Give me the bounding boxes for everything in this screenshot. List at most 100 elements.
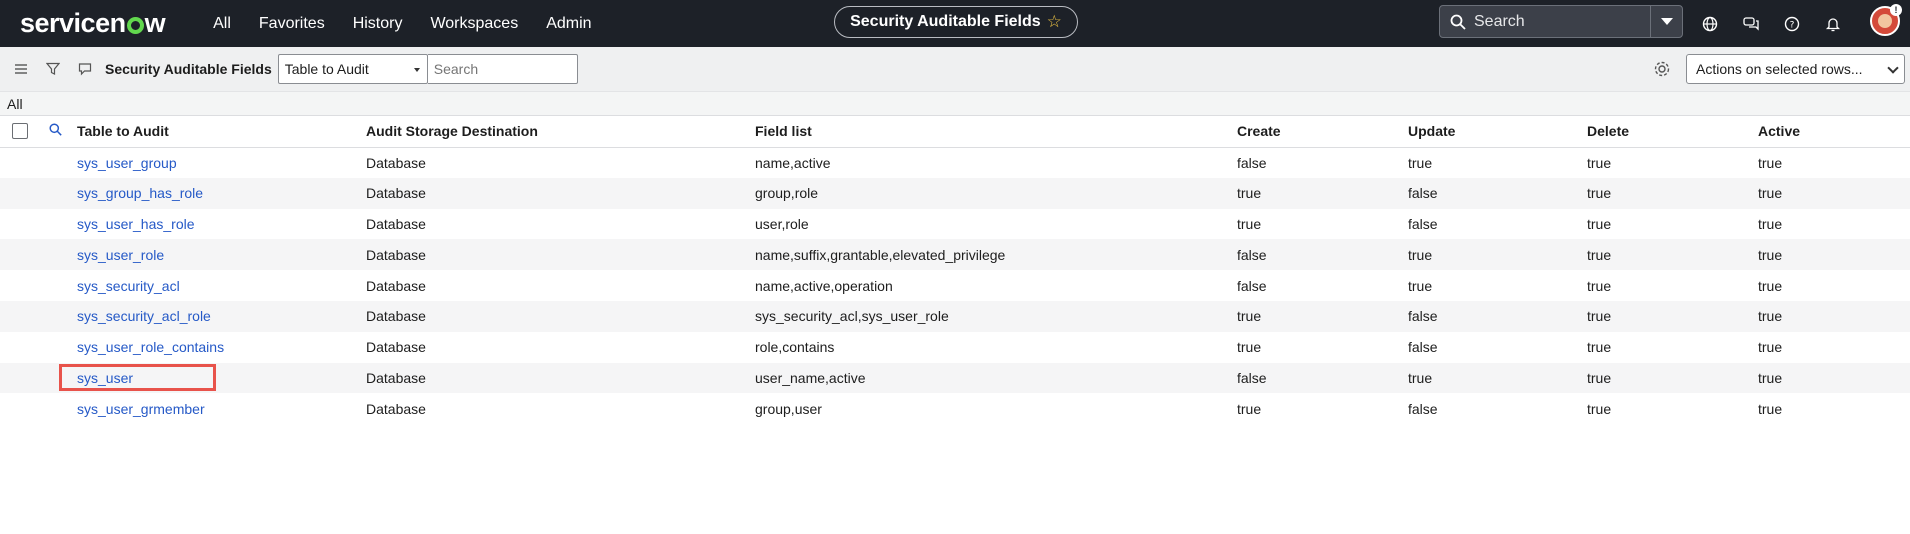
caret-down-icon [413,68,420,72]
brand-text: servicen [20,8,126,38]
select-all-cell [0,116,49,148]
table-cell: false [1237,277,1267,294]
table-cell: true [1587,277,1612,294]
table-cell: Database [366,154,426,171]
column-search-cell [49,116,77,148]
search-scope-dropdown[interactable] [1650,6,1682,37]
list-search-input[interactable] [427,54,578,84]
table-cell: sys_user_grmember [77,393,366,424]
table-cell: user,role [755,215,809,232]
row-spacer-cell [49,393,77,424]
search-icon[interactable] [49,123,62,136]
table-cell: false [1237,154,1267,171]
nav-item-admin[interactable]: Admin [532,15,605,33]
table-cell: true [1758,239,1910,271]
table-cell: name,active [755,154,831,171]
context-title: Security Auditable Fields [850,13,1041,30]
table-row: sys_security_acl Database name,active,oper… [0,270,1910,301]
chat-icon[interactable] [1741,14,1761,34]
search-field-select[interactable]: Table to Audit [277,54,428,84]
nav-item-favorites[interactable]: Favorites [245,15,339,33]
column-header-update[interactable]: Update [1408,116,1587,148]
table-cell: role,contains [755,339,835,356]
table-cell: true [1758,300,1910,332]
servicenow-logo[interactable]: servicen w [20,8,166,39]
table-cell: sys_group_has_role [77,177,366,209]
select-all-checkbox[interactable] [12,123,28,140]
context-title-pill[interactable]: Security Auditable Fields ☆ [834,6,1078,38]
star-icon[interactable]: ☆ [1047,12,1062,32]
row-spacer-cell [49,239,77,271]
table-name-link[interactable]: sys_user_has_role [77,216,195,232]
nav-item-all[interactable]: All [199,15,245,33]
breadcrumb-all[interactable]: All [7,96,23,112]
table-cell: true [1587,154,1612,171]
table-cell: true [1408,154,1433,171]
table-name-link[interactable]: sys_user_grmember [77,401,205,417]
table-body: sys_user_group Database name,active false tr… [0,147,1910,424]
global-search-input[interactable]: Search [1474,13,1650,31]
comment-icon[interactable] [74,58,96,80]
table-cell: Database [366,362,755,394]
gear-icon[interactable] [1651,58,1673,80]
table-cell: false [1237,239,1408,271]
table-cell: true [1587,177,1758,209]
globe-icon[interactable] [1700,14,1720,34]
row-select-cell [0,393,49,424]
row-spacer-cell [49,209,77,240]
table-cell: Database [366,239,755,271]
global-search[interactable]: Search [1439,5,1683,38]
table-name-link[interactable]: sys_user_group [77,155,177,171]
table-cell: true [1758,339,1783,356]
table-cell: true [1237,215,1262,232]
row-select-cell [0,332,49,363]
table-cell: sys_user_role [77,239,366,271]
table-cell: Database [366,277,426,294]
table-row: sys_user_grmember Database group,user true f… [0,393,1910,424]
row-spacer-cell [49,300,77,332]
table-cell: true [1587,362,1758,394]
brand-text-end: w [144,8,166,38]
column-header-field-list[interactable]: Field list [755,116,1237,148]
table-cell: false [1237,362,1408,394]
row-spacer-cell [49,270,77,301]
user-avatar[interactable]: ! [1870,4,1902,36]
bell-icon[interactable] [1823,14,1843,34]
table-cell: name,suffix,grantable,elevated_privilege [755,239,1237,271]
table-cell: sys_security_acl,sys_user_role [755,300,1237,332]
table-cell: false [1408,300,1587,332]
hamburger-icon[interactable] [10,58,32,80]
table-cell: sys_security_acl_role [77,300,366,332]
help-icon[interactable]: ? [1782,14,1802,34]
table-name-link[interactable]: sys_security_acl_role [77,308,211,324]
table-cell: true [1237,177,1408,209]
table-cell: group,role [755,177,1237,209]
table-cell: Database [366,400,426,417]
top-navigation: servicen w All Favorites History Workspac… [0,0,1910,47]
table-name-link[interactable]: sys_security_acl [77,278,180,294]
table-cell: false [1408,400,1438,417]
list-title: Security Auditable Fields [105,61,272,77]
table-name-link[interactable]: sys_group_has_role [77,185,203,201]
column-header-create[interactable]: Create [1237,116,1408,148]
table-name-link[interactable]: sys_user_role [77,247,164,263]
actions-select[interactable]: Actions on selected rows... [1686,54,1905,84]
table-cell: true [1408,277,1433,294]
actions-select-value: Actions on selected rows... [1696,61,1863,77]
table-cell: group,user [755,400,822,417]
column-header-delete[interactable]: Delete [1587,116,1758,148]
table-cell: true [1758,177,1910,209]
column-header-active[interactable]: Active [1758,116,1910,148]
table-row: sys_user_role_contains Database role,conta… [0,332,1910,363]
nav-item-history[interactable]: History [339,15,417,33]
column-header-table-to-audit[interactable]: Table to Audit [77,116,366,148]
header-icons: ? [1700,0,1843,47]
filter-icon[interactable] [42,58,64,80]
table-cell: Database [366,339,426,356]
search-icon [1450,14,1466,30]
column-header-audit-storage-destination[interactable]: Audit Storage Destination [366,116,755,148]
table-cell: true [1237,300,1408,332]
nav-item-workspaces[interactable]: Workspaces [416,15,532,33]
table-cell: true [1587,400,1612,417]
table-name-link[interactable]: sys_user_role_contains [77,339,224,355]
